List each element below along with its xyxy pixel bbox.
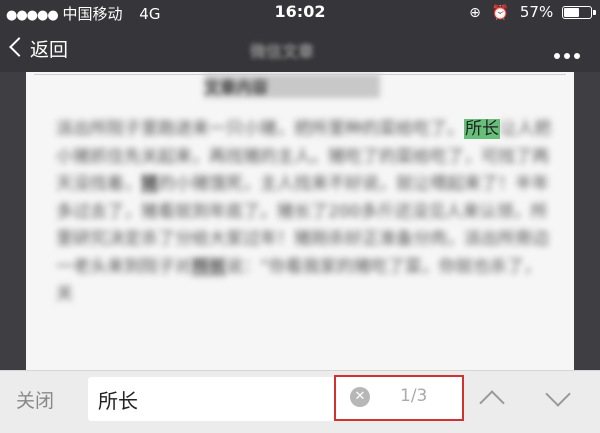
search-match: 猪 — [141, 174, 158, 194]
alarm-icon: ⏰ — [491, 5, 510, 21]
search-input[interactable] — [98, 385, 338, 413]
more-dot-icon — [574, 53, 580, 59]
more-dot-icon — [554, 53, 560, 59]
close-button[interactable]: 关闭 — [16, 386, 54, 413]
article-page: 文章内容 派出所院子里跑进来一只小猪，把所里种的菜给吃了。所长让人把小猪抓住先关… — [26, 72, 574, 370]
back-button[interactable]: 返回 — [9, 35, 69, 62]
battery-fill — [564, 8, 579, 17]
search-match: 所长 — [192, 256, 226, 277]
status-bar: ●●●●● 中国移动 4G 16:02 ⊕ ⏰ 57% — [0, 0, 600, 24]
status-right: ⊕ ⏰ 57% — [469, 3, 596, 21]
article-body: 派出所院子里跑进来一只小猪，把所里种的菜给吃了。所长让人把小猪抓住先关起来，再找… — [56, 116, 552, 309]
article-tag: 文章内容 — [204, 74, 380, 98]
page-title: 微信文章 — [250, 42, 315, 61]
nav-bar: 返回 微信文章 — [0, 24, 600, 72]
match-count: 1/3 — [400, 386, 428, 406]
lock-rotation-icon: ⊕ — [469, 5, 481, 21]
battery-icon — [562, 6, 596, 19]
search-match-current: 所长 — [464, 119, 500, 139]
find-in-page-bar: 关闭 ✕ 1/3 — [0, 370, 600, 433]
back-label: 返回 — [30, 39, 69, 61]
chevron-left-icon — [9, 37, 29, 57]
more-button[interactable] — [550, 44, 580, 63]
battery-percent: 57% — [519, 3, 554, 21]
clear-icon[interactable]: ✕ — [350, 387, 370, 407]
article-view[interactable]: 文章内容 派出所院子里跑进来一只小猪，把所里种的菜给吃了。所长让人把小猪抓住先关… — [0, 72, 600, 370]
chevron-down-icon[interactable] — [545, 381, 571, 407]
article-text: 派出所院子里跑进来一只小猪，把所里种的菜给吃了。 — [56, 119, 464, 139]
more-dot-icon — [564, 53, 570, 59]
chevron-up-icon[interactable] — [479, 390, 505, 416]
